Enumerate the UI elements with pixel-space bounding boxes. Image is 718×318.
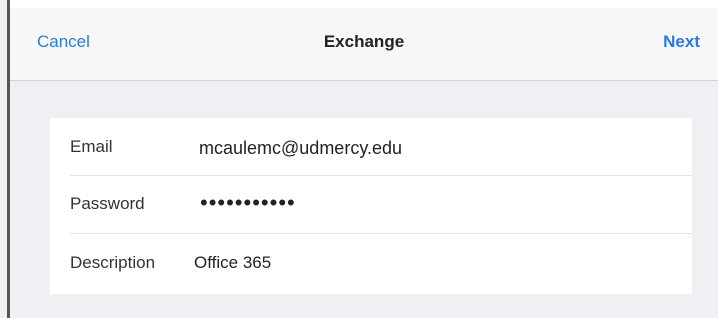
description-label: Description	[70, 253, 156, 272]
window-left-edge	[0, 0, 10, 318]
email-field[interactable]: mcaulemc@udmercy.edu	[199, 138, 402, 159]
email-row: Email mcaulemc@udmercy.edu	[50, 118, 692, 176]
navigation-bar: Cancel Exchange Next	[10, 8, 718, 81]
description-field[interactable]: Office 365	[194, 253, 271, 273]
password-field[interactable]: •••••••••••	[200, 190, 296, 216]
email-label: Email	[70, 137, 113, 156]
dialog-title: Exchange	[323, 32, 405, 51]
description-row: Description Office 365	[50, 234, 692, 294]
account-form: Email mcaulemc@udmercy.edu Password ••••…	[50, 118, 692, 294]
password-label: Password	[70, 194, 145, 213]
password-row: Password •••••••••••	[50, 176, 692, 234]
next-button[interactable]: Next	[663, 32, 700, 52]
exchange-account-dialog: Cancel Exchange Next Email mcaulemc@udme…	[10, 8, 718, 318]
